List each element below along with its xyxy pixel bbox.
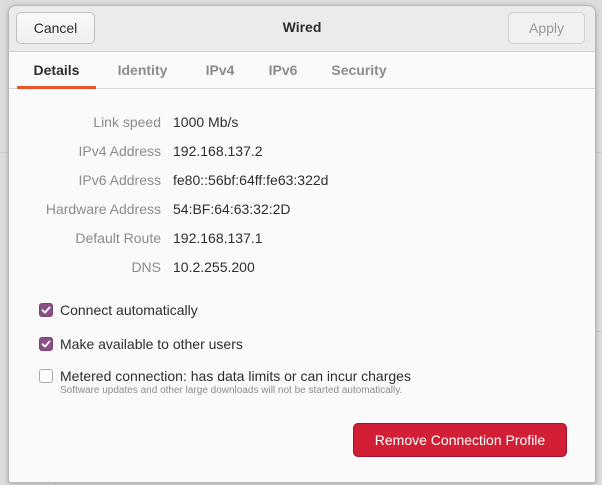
connect-automatically-option[interactable]: Connect automatically — [39, 300, 198, 320]
backdrop-divider — [0, 152, 8, 153]
check-icon — [41, 340, 51, 348]
tab-details[interactable]: Details — [17, 52, 96, 89]
cancel-button[interactable]: Cancel — [16, 12, 95, 44]
detail-row-ipv4-address: IPv4 Address 192.168.137.2 — [9, 141, 595, 161]
detail-value: 10.2.255.200 — [173, 259, 255, 275]
tab-ipv4[interactable]: IPv4 — [193, 52, 247, 88]
tab-bar: Details Identity IPv4 IPv6 Security — [9, 52, 595, 89]
detail-value: 54:BF:64:63:32:2D — [173, 201, 291, 217]
metered-connection-label: Metered connection: has data limits or c… — [60, 368, 411, 384]
detail-row-link-speed: Link speed 1000 Mb/s — [9, 112, 595, 132]
detail-value: fe80::56bf:64ff:fe63:322d — [173, 172, 329, 188]
detail-label: IPv4 Address — [78, 143, 162, 159]
tab-identity[interactable]: Identity — [104, 52, 181, 88]
apply-button[interactable]: Apply — [508, 12, 585, 44]
available-to-others-label: Make available to other users — [60, 336, 243, 352]
available-to-others-checkbox[interactable] — [39, 337, 53, 351]
detail-row-dns: DNS 10.2.255.200 — [9, 257, 595, 277]
detail-value: 192.168.137.2 — [173, 143, 263, 159]
detail-value: 1000 Mb/s — [173, 114, 239, 130]
available-to-others-option[interactable]: Make available to other users — [39, 334, 243, 354]
tab-security[interactable]: Security — [321, 52, 397, 88]
detail-label: IPv6 Address — [78, 172, 162, 188]
detail-label: Default Route — [75, 230, 161, 246]
detail-value: 192.168.137.1 — [173, 230, 263, 246]
remove-connection-profile-button[interactable]: Remove Connection Profile — [353, 423, 567, 457]
connect-automatically-label: Connect automatically — [60, 302, 198, 318]
tab-ipv6[interactable]: IPv6 — [256, 52, 310, 88]
connect-automatically-checkbox[interactable] — [39, 303, 53, 317]
detail-row-default-route: Default Route 192.168.137.1 — [9, 228, 595, 248]
detail-label: Hardware Address — [45, 201, 161, 217]
dialog-headerbar: Cancel Wired Apply — [9, 6, 595, 52]
detail-label: Link speed — [93, 114, 161, 130]
metered-connection-checkbox[interactable] — [39, 369, 53, 383]
check-icon — [41, 306, 51, 314]
metered-connection-description: Software updates and other large downloa… — [60, 385, 403, 396]
wired-settings-dialog: Cancel Wired Apply Details Identity IPv4… — [8, 5, 596, 483]
detail-row-hardware-address: Hardware Address 54:BF:64:63:32:2D — [9, 199, 595, 219]
detail-label: DNS — [131, 259, 161, 275]
metered-connection-option[interactable]: Metered connection: has data limits or c… — [39, 366, 411, 386]
detail-row-ipv6-address: IPv6 Address fe80::56bf:64ff:fe63:322d — [9, 170, 595, 190]
